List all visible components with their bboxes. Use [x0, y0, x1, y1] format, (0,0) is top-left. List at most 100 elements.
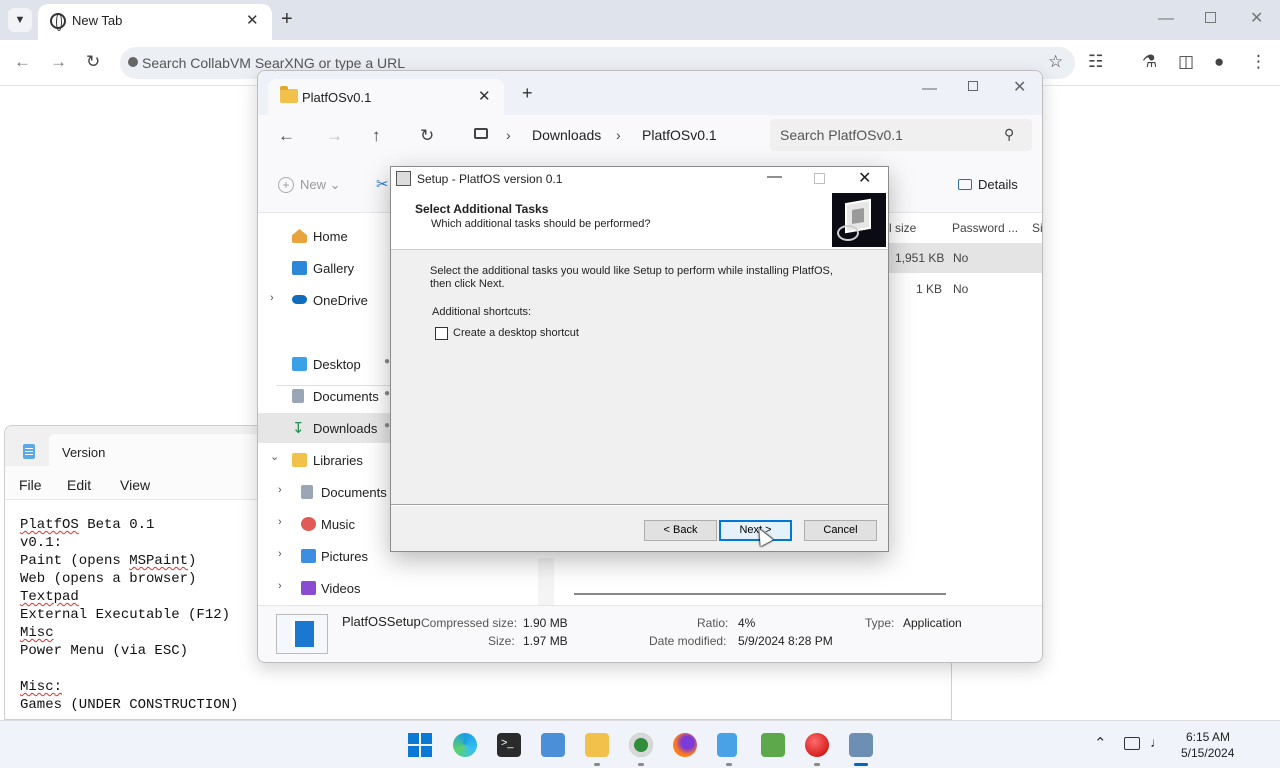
nav-item-home[interactable]: Home [258, 221, 398, 251]
extensions-icon[interactable]: ☷ [1088, 52, 1103, 72]
notepad-text-area[interactable]: PlatfOS Beta 0.1 v0.1: Paint (opens MSPa… [20, 516, 238, 714]
breadcrumb[interactable]: › Downloads › PlatfOSv0.1 [464, 119, 764, 151]
terminal-icon[interactable]: >_ [497, 733, 521, 757]
nav-item-label: Documents [313, 389, 379, 404]
back-arrow-icon[interactable]: ← [14, 52, 31, 72]
maximize-icon[interactable] [968, 81, 978, 91]
notepad-tab[interactable]: Version [49, 434, 261, 466]
notepad-icon[interactable] [717, 733, 737, 766]
explorer-tab-title: PlatfOSv0.1 [302, 90, 372, 105]
back-button[interactable]: < Back [644, 520, 717, 541]
chrome-browser-icon[interactable] [629, 733, 653, 766]
control-panel-icon[interactable] [541, 733, 565, 757]
menu-edit[interactable]: Edit [67, 477, 91, 493]
nav-item-gallery[interactable]: Gallery [258, 253, 398, 283]
side-panel-icon[interactable]: ◫ [1178, 52, 1194, 72]
nav-item-onedrive[interactable]: › OneDrive [258, 285, 398, 315]
breadcrumb-current-folder[interactable]: PlatfOSv0.1 [642, 127, 717, 143]
date-modified-value: 5/9/2024 8:28 PM [738, 634, 833, 648]
close-tab-icon[interactable]: ✕ [246, 11, 259, 29]
network-icon[interactable] [1124, 737, 1140, 750]
chevron-right-icon[interactable]: › [278, 548, 282, 560]
menu-file[interactable]: File [19, 477, 42, 493]
details-pane-button[interactable]: Details [958, 177, 1018, 192]
breadcrumb-downloads[interactable]: Downloads [532, 127, 601, 143]
start-button[interactable] [408, 733, 432, 757]
cut-scissors-icon[interactable]: ✂ [376, 175, 389, 193]
horizontal-scrollbar-thumb[interactable] [574, 593, 946, 595]
profile-icon[interactable]: ● [1214, 52, 1224, 72]
close-window-icon[interactable]: ✕ [1250, 8, 1263, 28]
nav-item-pictures[interactable]: › Pictures [258, 541, 398, 571]
documents-icon [301, 485, 313, 499]
ratio-value: 4% [738, 616, 756, 630]
column-header-extra[interactable]: Si [1032, 221, 1042, 235]
forward-arrow-icon[interactable]: → [50, 52, 67, 72]
record-app-icon[interactable] [805, 733, 829, 766]
nav-item-videos[interactable]: › Videos [258, 573, 398, 603]
nav-item-music[interactable]: › Music [258, 509, 398, 539]
labs-flask-icon[interactable]: ⚗ [1142, 52, 1157, 72]
edge-browser-icon[interactable] [453, 733, 477, 757]
search-icon: ⚲ [1004, 126, 1015, 142]
tab-search-button[interactable]: ▼ [8, 8, 32, 32]
menu-kebab-icon[interactable]: ⋮ [1250, 52, 1267, 72]
column-header-password[interactable]: Password ... [952, 221, 1018, 235]
nav-item-desktop[interactable]: Desktop ● [258, 349, 398, 379]
chevron-right-icon[interactable]: › [278, 484, 282, 496]
nav-item-library-documents[interactable]: › Documents [258, 477, 398, 507]
explorer-search-input[interactable] [780, 125, 990, 145]
desktop-shortcut-checkbox[interactable] [435, 327, 448, 340]
nav-item-documents[interactable]: Documents ● [258, 381, 398, 411]
file-explorer-icon[interactable] [585, 733, 609, 766]
nav-item-label: Pictures [321, 549, 368, 564]
chevron-right-icon[interactable]: › [278, 516, 282, 528]
volume-icon[interactable]: ♩ [1150, 734, 1164, 750]
menu-view[interactable]: View [120, 477, 150, 493]
clock-time[interactable]: 6:15 AM [1186, 730, 1230, 744]
minimize-icon[interactable]: — [767, 168, 782, 185]
bookmark-star-icon[interactable]: ☆ [1048, 52, 1063, 72]
chevron-up-icon[interactable]: ⌃ [1094, 734, 1107, 752]
maximize-icon [814, 173, 825, 184]
minimize-icon[interactable]: — [1158, 10, 1174, 28]
breadcrumb-separator-icon: › [506, 127, 511, 143]
forward-arrow-icon[interactable]: → [326, 126, 343, 146]
site-info-icon[interactable] [128, 57, 138, 67]
task-manager-icon[interactable] [761, 733, 785, 757]
close-window-icon[interactable]: ✕ [858, 168, 871, 188]
desktop-shortcut-label[interactable]: Create a desktop shortcut [453, 327, 579, 339]
back-arrow-icon[interactable]: ← [278, 126, 295, 146]
setup-page-title: Select Additional Tasks [415, 202, 549, 216]
notepad-app-icon [23, 444, 35, 459]
browser-tab-new-tab[interactable]: New Tab ✕ [38, 4, 272, 40]
close-window-icon[interactable]: ✕ [1013, 77, 1026, 97]
nav-item-label: OneDrive [313, 293, 368, 308]
explorer-new-tab-button[interactable]: + [522, 83, 533, 104]
restore-icon[interactable] [1205, 12, 1216, 23]
nav-item-downloads[interactable]: ↧ Downloads ● [258, 413, 398, 443]
nav-scrollbar[interactable] [538, 558, 554, 605]
firefox-icon[interactable] [673, 733, 697, 757]
chevron-down-icon[interactable]: ⌄ [270, 450, 279, 463]
chevron-right-icon[interactable]: › [270, 292, 274, 304]
minimize-icon[interactable]: — [922, 80, 937, 97]
nav-item-label: Downloads [313, 421, 378, 436]
reload-icon[interactable]: ↻ [86, 52, 100, 72]
nav-item-libraries[interactable]: ⌄ Libraries [258, 445, 398, 475]
new-tab-button[interactable]: + [281, 8, 293, 30]
setup-installer-taskbar-icon[interactable] [849, 733, 873, 766]
new-button[interactable]: + New ⌄ [278, 177, 341, 193]
taskbar: >_ ⌃ ♩ 6:15 AM 5/15/2024 [0, 720, 1280, 768]
up-arrow-icon[interactable]: ↑ [372, 126, 381, 146]
nav-item-label: Documents [321, 485, 387, 500]
explorer-tab[interactable]: PlatfOSv0.1 ✕ [268, 79, 504, 115]
cancel-button[interactable]: Cancel [804, 520, 877, 541]
close-tab-icon[interactable]: ✕ [478, 87, 491, 105]
column-header-size[interactable]: l size [889, 221, 916, 235]
file-password: No [953, 282, 969, 296]
refresh-icon[interactable]: ↻ [420, 126, 434, 146]
explorer-search-box[interactable]: ⚲ [770, 119, 1032, 151]
clock-date[interactable]: 5/15/2024 [1181, 746, 1234, 760]
chevron-right-icon[interactable]: › [278, 580, 282, 592]
